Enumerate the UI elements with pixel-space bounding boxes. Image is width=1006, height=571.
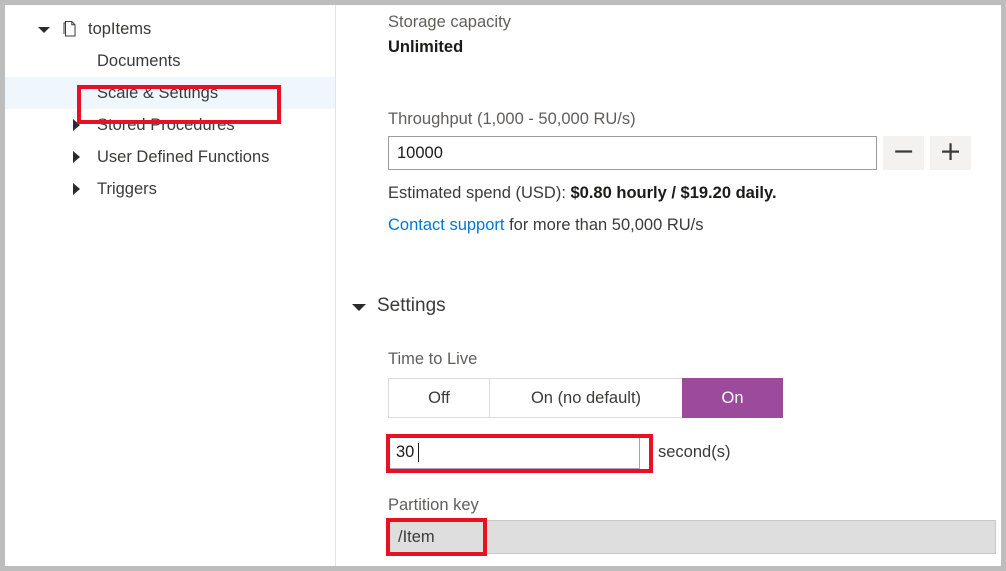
tree-item-label: Stored Procedures — [97, 116, 235, 135]
resource-tree-pane: topItems Documents Scale & Settings Stor… — [5, 5, 336, 566]
minus-icon: − — [892, 138, 915, 165]
panes-container: topItems Documents Scale & Settings Stor… — [5, 5, 1001, 566]
settings-content-pane: Storage capacity Unlimited Throughput (1… — [336, 5, 1001, 566]
throughput-label: Throughput (1,000 - 50,000 RU/s) — [388, 108, 636, 130]
tree-item-label: User Defined Functions — [97, 148, 269, 167]
estimated-spend: Estimated spend (USD): $0.80 hourly / $1… — [388, 182, 777, 204]
ttl-option-off[interactable]: Off — [388, 378, 489, 418]
storage-capacity-value: Unlimited — [388, 35, 463, 59]
chevron-right-icon[interactable] — [71, 119, 84, 132]
time-to-live-label: Time to Live — [388, 348, 477, 370]
tree-item-label: topItems — [88, 20, 151, 39]
tree-item-label: Documents — [97, 52, 180, 71]
estimated-spend-prefix: Estimated spend (USD): — [388, 184, 570, 202]
throughput-input[interactable] — [388, 136, 877, 170]
ttl-option-on-no-default[interactable]: On (no default) — [489, 378, 682, 418]
partition-key-label: Partition key — [388, 494, 479, 516]
storage-capacity-label: Storage capacity — [388, 11, 511, 33]
partition-key-field: /Item — [388, 520, 996, 554]
tree-item-label: Scale & Settings — [97, 84, 218, 103]
tree-item-documents[interactable]: Documents — [5, 45, 335, 77]
throughput-increase-button[interactable]: + — [930, 136, 971, 170]
tree-item-label: Triggers — [97, 180, 157, 199]
support-note-suffix: for more than 50,000 RU/s — [504, 216, 703, 234]
contact-support-link[interactable]: Contact support — [388, 216, 504, 234]
support-note: Contact support for more than 50,000 RU/… — [388, 214, 704, 236]
throughput-decrease-button[interactable]: − — [883, 136, 924, 170]
tree-item-scale-and-settings[interactable]: Scale & Settings — [5, 77, 335, 109]
throughput-row: − + — [388, 136, 971, 170]
settings-section-header[interactable]: Settings — [352, 295, 446, 317]
chevron-right-icon[interactable] — [71, 151, 84, 164]
ttl-option-on[interactable]: On — [682, 378, 783, 418]
time-to-live-choice-group: Off On (no default) On — [388, 378, 783, 418]
tree-item-topitems[interactable]: topItems — [5, 13, 335, 45]
settings-section-title: Settings — [377, 295, 446, 317]
screenshot-frame: topItems Documents Scale & Settings Stor… — [0, 0, 1006, 571]
documents-icon — [61, 20, 79, 38]
tree-item-triggers[interactable]: Triggers — [5, 173, 335, 205]
chevron-down-icon[interactable] — [352, 304, 366, 311]
chevron-down-icon[interactable] — [38, 23, 51, 36]
text-cursor — [418, 443, 419, 462]
ttl-unit-label: second(s) — [658, 443, 730, 462]
ttl-value-input-wrapper — [388, 436, 640, 469]
ttl-seconds-input[interactable] — [388, 436, 640, 469]
tree-item-user-defined-functions[interactable]: User Defined Functions — [5, 141, 335, 173]
plus-icon: + — [939, 138, 962, 165]
tree-item-stored-procedures[interactable]: Stored Procedures — [5, 109, 335, 141]
chevron-right-icon[interactable] — [71, 183, 84, 196]
estimated-spend-value: $0.80 hourly / $19.20 daily. — [570, 184, 776, 202]
